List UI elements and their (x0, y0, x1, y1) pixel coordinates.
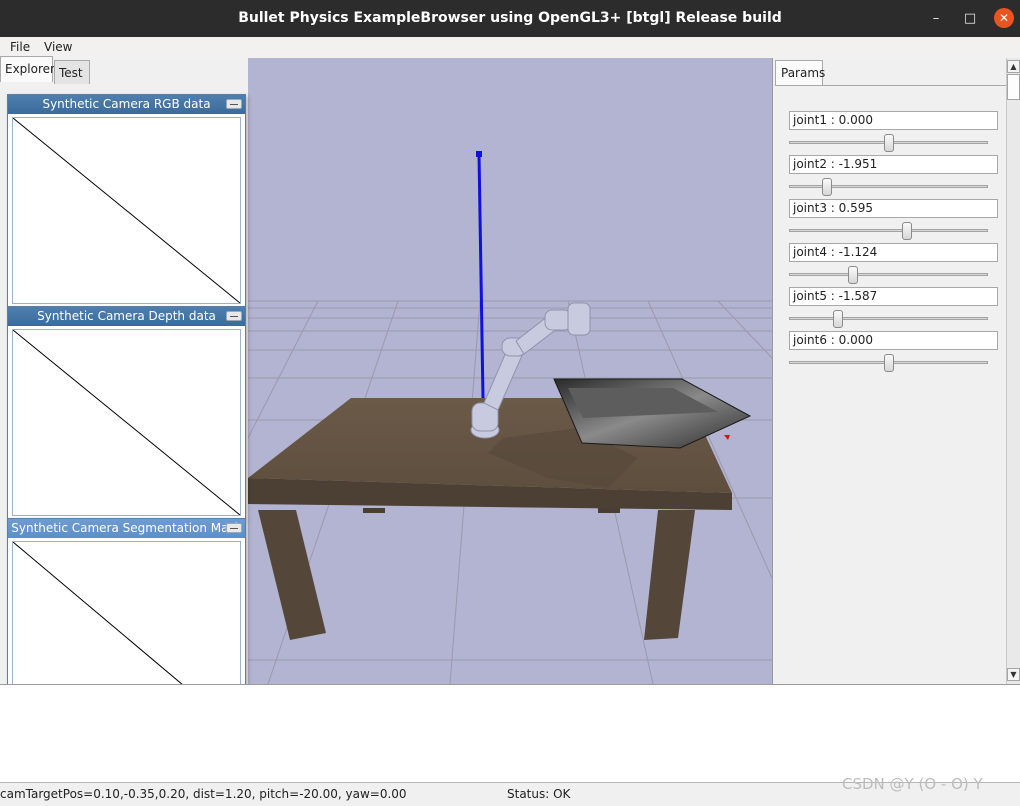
joint3-slider-track[interactable] (789, 229, 988, 232)
menu-view[interactable]: View (44, 40, 72, 54)
axis-line (477, 153, 485, 399)
joint2-slider-thumb[interactable] (821, 178, 832, 196)
camera-rgb-window[interactable]: Synthetic Camera RGB data (7, 94, 246, 307)
joint5-slider-track[interactable] (789, 317, 988, 320)
status-text: Status: OK (507, 787, 571, 801)
table-leg (644, 510, 695, 640)
params-pane: Params joint1 : 0.000 joint2 : -1.951 jo… (772, 58, 1020, 684)
axis-marker-red (724, 435, 730, 440)
table-leg (258, 510, 326, 640)
joint2-slider-track[interactable] (789, 185, 988, 188)
watermark: CSDN @Y (O - O) Y (842, 775, 983, 793)
3d-viewport[interactable] (248, 58, 772, 684)
table-bracket (598, 508, 620, 513)
tab-explorer[interactable]: Explorer (0, 56, 55, 82)
minimize-icon[interactable] (226, 311, 242, 321)
camera-rgb-title[interactable]: Synthetic Camera RGB data (8, 95, 245, 114)
joint4-slider-track[interactable] (789, 273, 988, 276)
camera-depth-image (12, 329, 241, 516)
axis-marker (476, 151, 482, 157)
menu-file[interactable]: File (10, 40, 30, 54)
table-bracket (363, 508, 385, 513)
joint6-slider-thumb[interactable] (883, 354, 894, 372)
console-area (0, 684, 1020, 783)
joint3-slider-thumb[interactable] (902, 222, 913, 240)
camera-status: camTargetPos=0.10,-0.35,0.20, dist=1.20,… (0, 787, 407, 801)
scene-render (248, 151, 772, 684)
minimize-icon[interactable] (226, 523, 242, 533)
params-body: joint1 : 0.000 joint2 : -1.951 joint3 : … (775, 85, 1007, 682)
camera-segmentation-title[interactable]: Synthetic Camera Segmentation Mask (8, 519, 245, 538)
minimize-icon[interactable] (226, 99, 242, 109)
scroll-thumb[interactable] (1007, 74, 1020, 100)
joint4-slider-thumb[interactable] (847, 266, 858, 284)
tab-test[interactable]: Test (54, 60, 90, 84)
tab-params[interactable]: Params (775, 60, 825, 86)
joint6-field[interactable]: joint6 : 0.000 (789, 331, 998, 350)
joint5-field[interactable]: joint5 : -1.587 (789, 287, 998, 306)
close-icon[interactable]: ✕ (994, 8, 1014, 28)
window-title: Bullet Physics ExampleBrowser using Open… (238, 10, 782, 26)
maximize-icon[interactable]: □ (960, 9, 980, 29)
joint4-field[interactable]: joint4 : -1.124 (789, 243, 998, 262)
menu-bar: File View (0, 37, 1020, 59)
camera-depth-title[interactable]: Synthetic Camera Depth data (8, 307, 245, 326)
joint2-field[interactable]: joint2 : -1.951 (789, 155, 998, 174)
joint1-slider-thumb[interactable] (883, 134, 894, 152)
joint1-field[interactable]: joint1 : 0.000 (789, 111, 998, 130)
scroll-down-icon[interactable]: ▼ (1007, 668, 1020, 681)
joint5-slider-thumb[interactable] (833, 310, 844, 328)
camera-rgb-image (12, 117, 241, 304)
title-bar: Bullet Physics ExampleBrowser using Open… (0, 0, 1020, 37)
params-scrollbar[interactable]: ▲ ▼ (1006, 58, 1020, 684)
minimize-icon[interactable]: – (926, 9, 946, 29)
camera-depth-window[interactable]: Synthetic Camera Depth data (7, 306, 246, 519)
joint3-field[interactable]: joint3 : 0.595 (789, 199, 998, 218)
scroll-up-icon[interactable]: ▲ (1007, 60, 1020, 73)
